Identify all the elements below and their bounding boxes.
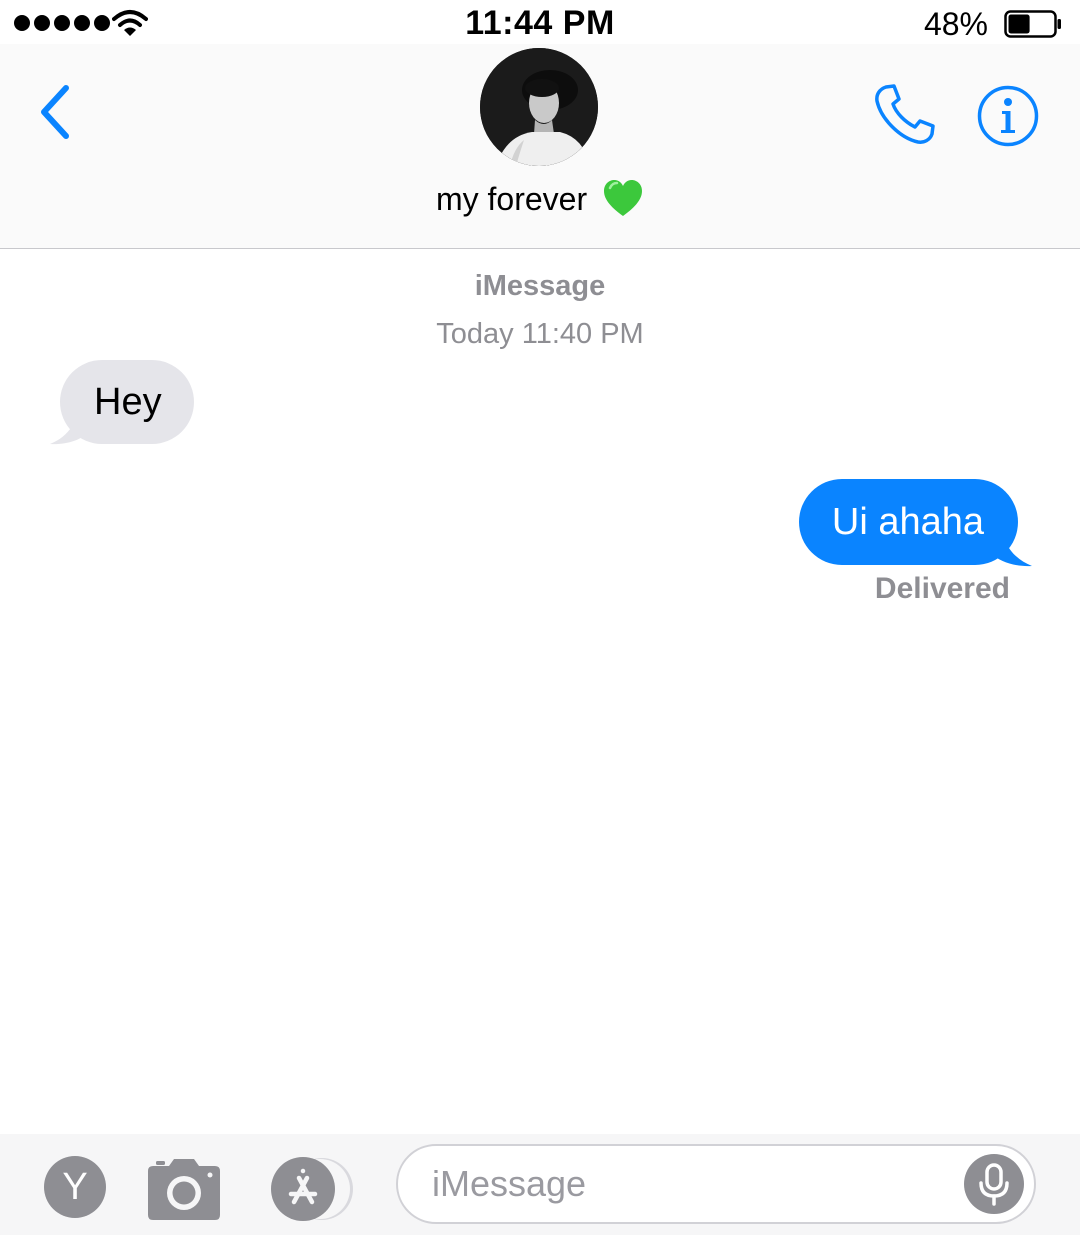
message-timestamp: Today 11:40 PM: [436, 318, 644, 350]
delivery-status: Delivered: [874, 572, 1010, 605]
messages-screen: 11:44 PM 48% my forever iMessage Today 1…: [0, 0, 1080, 1235]
app-store-icon[interactable]: [270, 1156, 356, 1222]
incoming-message-bubble[interactable]: Hey: [60, 360, 194, 444]
info-icon[interactable]: [976, 84, 1040, 148]
battery-percentage: 48%: [923, 6, 988, 42]
memoji-avatar-button[interactable]: Y: [44, 1156, 106, 1218]
back-chevron-icon[interactable]: [34, 82, 78, 142]
camera-icon[interactable]: [147, 1158, 221, 1220]
contact-avatar[interactable]: [480, 48, 598, 166]
microphone-icon: [979, 1163, 1009, 1206]
outgoing-message-text: Ui ahaha: [831, 501, 984, 543]
message-input-bar: Y iMessage: [0, 1134, 1080, 1235]
contact-name: my forever: [435, 181, 588, 217]
microphone-button[interactable]: [964, 1154, 1024, 1214]
service-label: iMessage: [474, 270, 606, 302]
contact-photo: [480, 48, 598, 166]
conversation-header: my forever: [0, 44, 1080, 249]
phone-call-icon[interactable]: [872, 82, 938, 148]
battery-icon: [1004, 10, 1061, 38]
message-placeholder: iMessage: [432, 1163, 587, 1204]
incoming-message-text: Hey: [94, 381, 162, 423]
green-heart-icon: [604, 180, 643, 216]
contact-title[interactable]: my forever: [0, 178, 1080, 218]
status-bar: 11:44 PM 48%: [0, 0, 1080, 50]
outgoing-message-bubble[interactable]: Ui ahaha: [798, 479, 1018, 565]
status-time: 11:44 PM: [465, 4, 615, 42]
message-text-field[interactable]: iMessage: [396, 1144, 1036, 1224]
